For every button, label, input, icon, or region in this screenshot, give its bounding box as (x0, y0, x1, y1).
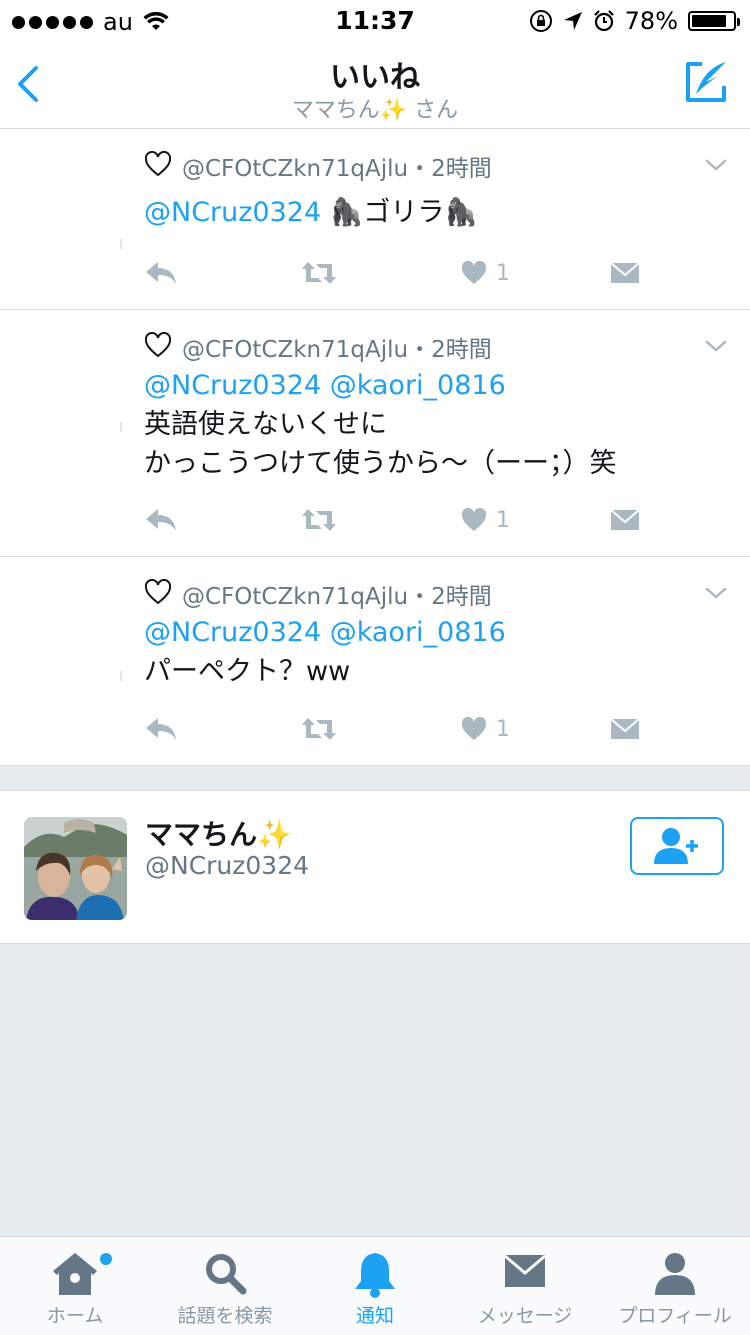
nav-bar: いいね ママちん✨ さん (0, 40, 750, 129)
home-icon (53, 1253, 97, 1295)
retweet-button[interactable] (300, 711, 338, 747)
reply-icon (146, 262, 176, 284)
direct-message-button[interactable] (610, 255, 640, 291)
page-subtitle: ママちん✨ さん (291, 98, 459, 123)
retweet-icon (302, 262, 336, 284)
tweet-text: @NCruz0324 🦍ゴリラ🦍 (144, 193, 478, 232)
battery-percent: 78% (624, 7, 678, 35)
tweet-meta: @CFOtCZkn71qAjlu・2時間 (182, 584, 492, 610)
direct-message-button[interactable] (610, 711, 640, 747)
envelope-icon (610, 718, 640, 739)
tweet-line: かっこうつけて使うから〜（ーー；）笑 (144, 448, 617, 479)
tab-label: ホーム (46, 1305, 104, 1327)
tweet-actions: 1 (144, 255, 664, 291)
tweet-meta: @CFOtCZkn71qAjlu・2時間 (182, 337, 492, 363)
reply-button[interactable] (144, 711, 178, 747)
avatar-placeholder (120, 422, 126, 432)
user-display-name: ママちん✨ (145, 818, 292, 851)
location-arrow-icon (563, 12, 582, 30)
envelope-icon (504, 1254, 546, 1287)
tweet-text: @NCruz0324 @kaori_0816 パーペクト？ww (144, 613, 506, 691)
compose-tweet-icon[interactable] (682, 58, 730, 106)
rotation-lock-icon (529, 10, 552, 32)
person-icon (655, 1253, 695, 1295)
tab-profile[interactable]: プロフィール (600, 1237, 750, 1335)
chevron-down-icon[interactable] (704, 585, 728, 601)
follow-button[interactable] (630, 817, 724, 875)
tweet-line: パーペクト？ww (144, 656, 351, 687)
direct-message-button[interactable] (610, 502, 640, 538)
reply-icon (146, 509, 176, 531)
like-button[interactable]: 1 (460, 502, 510, 538)
retweet-button[interactable] (300, 502, 338, 538)
chevron-down-icon[interactable] (704, 338, 728, 354)
alarm-icon (593, 10, 614, 32)
tweet-mentions[interactable]: @NCruz0324 @kaori_0816 (144, 613, 506, 652)
tab-label: プロフィール (618, 1305, 732, 1327)
reply-button[interactable] (144, 502, 178, 538)
envelope-icon (610, 262, 640, 283)
retweet-button[interactable] (300, 255, 338, 291)
avatar-placeholder (120, 671, 126, 681)
envelope-icon (610, 509, 640, 530)
heart-icon (461, 260, 487, 284)
page-title: いいね (330, 60, 420, 95)
like-count: 1 (496, 507, 510, 533)
reply-icon (146, 718, 176, 740)
tweet-actions: 1 (144, 711, 664, 747)
tweet-meta: @CFOtCZkn71qAjlu・2時間 (182, 156, 492, 182)
liked-heart-icon (144, 332, 172, 358)
likes-timeline: @CFOtCZkn71qAjlu・2時間 @NCruz0324 🦍ゴリラ🦍 1 (0, 129, 750, 766)
retweet-icon (302, 509, 336, 531)
tweet[interactable]: @CFOtCZkn71qAjlu・2時間 @NCruz0324 @kaori_0… (0, 310, 750, 557)
liked-heart-icon (144, 579, 172, 605)
like-count: 1 (496, 260, 510, 286)
heart-icon (461, 507, 487, 531)
user-handle: @NCruz0324 (145, 851, 310, 880)
tweet-line: 🦍ゴリラ🦍 (329, 197, 478, 228)
tab-bar: ホーム 話題を検索 通知 メッセージ プロフィール (0, 1236, 750, 1335)
tab-notifications[interactable]: 通知 (300, 1237, 450, 1335)
tab-label: 話題を検索 (177, 1305, 273, 1327)
tab-home[interactable]: ホーム (0, 1237, 150, 1335)
liked-heart-icon (144, 151, 172, 177)
status-bar: au 11:37 78% (0, 0, 750, 40)
like-button[interactable]: 1 (460, 255, 510, 291)
reply-button[interactable] (144, 255, 178, 291)
tweet-line: 英語使えないくせに (144, 409, 387, 440)
avatar[interactable] (24, 817, 127, 920)
tab-messages[interactable]: メッセージ (450, 1237, 600, 1335)
heart-icon (461, 716, 487, 740)
user-card[interactable]: ママちん✨ @NCruz0324 (0, 790, 750, 944)
battery-icon (688, 11, 740, 31)
notification-badge (98, 1251, 114, 1267)
tab-label: メッセージ (477, 1305, 573, 1327)
tweet-actions: 1 (144, 502, 664, 538)
tweet[interactable]: @CFOtCZkn71qAjlu・2時間 @NCruz0324 🦍ゴリラ🦍 1 (0, 129, 750, 310)
tweet-text: @NCruz0324 @kaori_0816 英語使えないくせに かっこうつけて… (144, 366, 617, 483)
chevron-down-icon[interactable] (704, 157, 728, 173)
like-count: 1 (496, 716, 510, 742)
tweet[interactable]: @CFOtCZkn71qAjlu・2時間 @NCruz0324 @kaori_0… (0, 557, 750, 766)
tweet-mentions[interactable]: @NCruz0324 (144, 197, 321, 228)
avatar-placeholder (120, 239, 126, 249)
search-icon (206, 1254, 247, 1295)
tweet-mentions[interactable]: @NCruz0324 @kaori_0816 (144, 366, 617, 405)
retweet-icon (302, 718, 336, 740)
like-button[interactable]: 1 (460, 711, 510, 747)
tab-search[interactable]: 話題を検索 (150, 1237, 300, 1335)
add-user-icon (654, 828, 698, 864)
tab-label: 通知 (355, 1305, 394, 1327)
bell-icon (355, 1253, 395, 1298)
